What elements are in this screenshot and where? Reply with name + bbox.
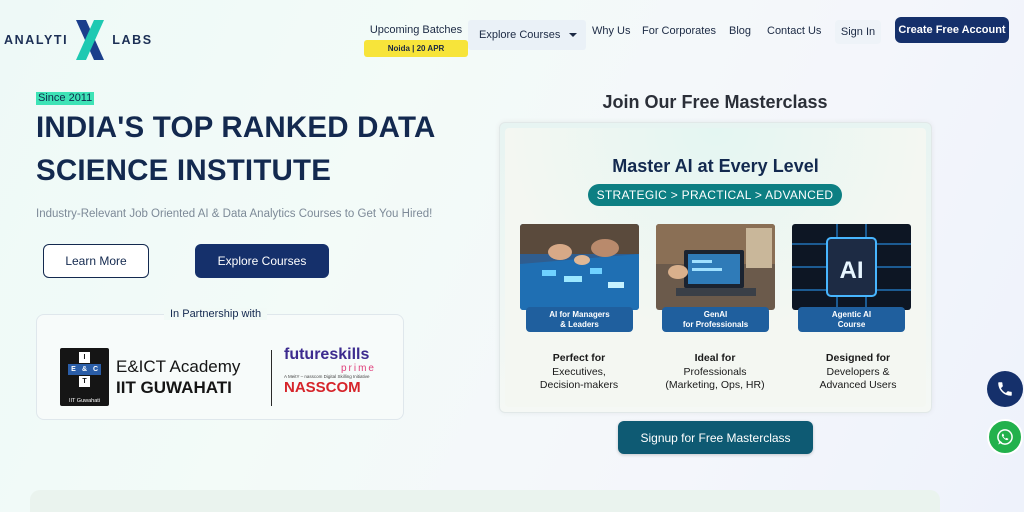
eict-emblem-logo: I E & C T IIT Guwahati	[60, 348, 109, 406]
upcoming-batches[interactable]: Upcoming Batches Noida | 20 APR	[364, 24, 468, 57]
hero-headline-line1: INDIA'S TOP RANKED DATA	[36, 111, 436, 144]
hero-subline: Industry-Relevant Job Oriented AI & Data…	[36, 208, 433, 220]
partner-divider	[271, 350, 272, 406]
managers-illustration	[520, 224, 639, 310]
prime-text: prime	[340, 363, 376, 374]
tile-image-managers	[520, 224, 639, 310]
tile-image-genai	[656, 224, 775, 310]
next-section-band	[30, 490, 940, 512]
learn-more-button[interactable]: Learn More	[43, 244, 149, 278]
eict-academy-name: E&ICT Academy IIT GUWAHATI	[116, 356, 240, 398]
explore-courses-dropdown[interactable]: Explore Courses	[468, 20, 586, 50]
tile-desc-line2: Advanced Users	[819, 378, 897, 391]
logo-x-mark	[76, 20, 105, 60]
tile-badge-line2: for Professionals	[682, 320, 749, 329]
tile-badge-line1: Agentic AI	[831, 310, 872, 319]
masterclass-levels-pill: STRATEGIC > PRACTICAL > ADVANCED	[588, 184, 842, 206]
hero-headline-line2: SCIENCE INSTITUTE	[36, 154, 332, 187]
tile-badge-line1: AI for Managers	[549, 310, 610, 319]
masterclass-join-title: Join Our Free Masterclass	[602, 92, 828, 112]
create-account-button[interactable]: Create Free Account	[895, 17, 1009, 43]
emblem-cell: I	[79, 352, 90, 363]
tile-title-managers: Perfect for	[552, 352, 606, 364]
tile-title-genai: Ideal for	[694, 352, 736, 364]
tile-desc-genai: Professionals (Marketing, Ops, HR)	[648, 366, 782, 391]
masterclass-heading: Master AI at Every Level	[612, 156, 819, 176]
phone-call-button[interactable]	[987, 371, 1023, 407]
logo-text-left: ANALYTI	[4, 33, 69, 47]
tile-desc-line1: Developers &	[826, 366, 890, 378]
upcoming-batch-badge[interactable]: Noida | 20 APR	[364, 40, 468, 57]
tile-desc-managers: Executives, Decision-makers	[512, 366, 646, 391]
tile-desc-line1: Executives,	[552, 366, 606, 378]
explore-courses-button[interactable]: Explore Courses	[195, 244, 329, 278]
phone-icon	[998, 382, 1012, 396]
tile-badge-managers: AI for Managers & Leaders	[526, 307, 633, 332]
tile-badge-line2: Course	[837, 320, 866, 329]
emblem-caption: IIT Guwahati	[68, 398, 101, 404]
since-badge: Since 2011	[36, 92, 95, 105]
nav-blog[interactable]: Blog	[729, 25, 751, 37]
tile-title-agentic: Designed for	[825, 352, 891, 364]
nav-contact-us[interactable]: Contact Us	[767, 25, 821, 37]
emblem-cell: T	[79, 376, 90, 387]
emblem-cell: E	[68, 364, 79, 375]
tile-badge-agentic: Agentic AI Course	[798, 307, 905, 332]
futureskills-nasscom-logo: futureskills prime A MeitY – nasscom Dig…	[284, 347, 384, 396]
tile-badge-line2: & Leaders	[560, 320, 599, 329]
tile-desc-line2: Decision-makers	[539, 378, 619, 391]
nav-why-us[interactable]: Why Us	[592, 25, 631, 37]
nasscom-text: NASSCOM	[284, 379, 361, 396]
chevron-down-icon	[569, 33, 577, 37]
nav-for-corporates[interactable]: For Corporates	[642, 25, 716, 37]
futureskills-text: futureskills	[284, 346, 370, 363]
ai-chip-illustration: AI	[792, 224, 911, 310]
tile-desc-line2: (Marketing, Ops, HR)	[665, 378, 765, 391]
hero-headline: INDIA'S TOP RANKED DATA SCIENCE INSTITUT…	[36, 106, 476, 192]
upcoming-batches-label: Upcoming Batches	[369, 24, 463, 36]
emblem-cell: C	[90, 364, 101, 375]
whatsapp-button[interactable]	[987, 419, 1023, 455]
signup-masterclass-button[interactable]: Signup for Free Masterclass	[618, 421, 813, 454]
whatsapp-icon	[997, 429, 1013, 445]
eict-line2: IIT GUWAHATI	[116, 378, 232, 397]
tile-badge-genai: GenAI for Professionals	[662, 307, 769, 332]
eict-line1: E&ICT Academy	[116, 357, 241, 376]
emblem-cell: &	[79, 364, 90, 375]
genai-illustration	[656, 224, 775, 310]
partnership-title: In Partnership with	[164, 308, 268, 320]
brand-logo[interactable]: ANALYTI LABS	[4, 18, 153, 62]
tile-badge-line1: GenAI	[703, 310, 728, 319]
svg-text:AI: AI	[840, 257, 864, 284]
logo-text-right: LABS	[112, 33, 153, 47]
tile-desc-agentic: Developers & Advanced Users	[791, 366, 925, 391]
tile-desc-line1: Professionals	[683, 366, 747, 378]
sign-in-button[interactable]: Sign In	[835, 20, 881, 44]
explore-dropdown-label: Explore Courses	[479, 29, 561, 41]
tile-image-agentic: AI	[792, 224, 911, 310]
